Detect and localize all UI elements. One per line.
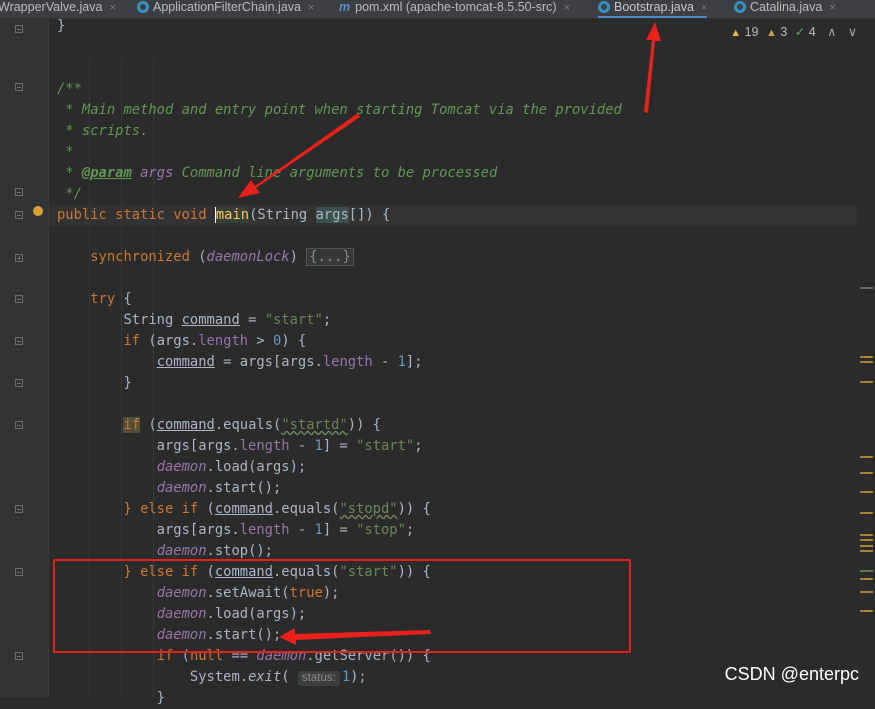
watermark: CSDN @enterpc [724, 664, 859, 684]
annotation-arrows [238, 22, 661, 645]
annotation-arrow-start [279, 628, 431, 645]
annotation-arrow-main [238, 113, 360, 198]
annotation-arrow-tab [644, 22, 661, 113]
